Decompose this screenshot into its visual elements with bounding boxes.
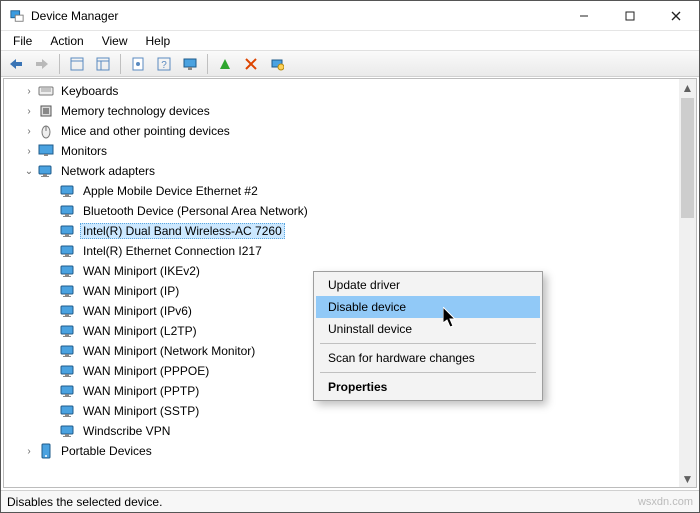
- network-icon: [60, 303, 76, 319]
- network-icon: [60, 363, 76, 379]
- tree-item-label: WAN Miniport (PPPOE): [80, 363, 212, 379]
- expand-chevron-icon[interactable]: ›: [22, 126, 36, 137]
- close-button[interactable]: [653, 1, 699, 31]
- expand-chevron-icon[interactable]: ›: [22, 446, 36, 457]
- expand-chevron-icon[interactable]: ›: [22, 106, 36, 117]
- window-title: Device Manager: [31, 9, 118, 23]
- toolbar-back-button[interactable]: [5, 53, 27, 75]
- svg-text:?: ?: [161, 60, 167, 71]
- tree-item-label: Windscribe VPN: [80, 423, 173, 439]
- titlebar: Device Manager: [1, 1, 699, 31]
- tree-item-label: WAN Miniport (IKEv2): [80, 263, 203, 279]
- menubar: File Action View Help: [1, 31, 699, 51]
- network-icon: [60, 343, 76, 359]
- menu-action[interactable]: Action: [42, 32, 91, 50]
- device-item[interactable]: WAN Miniport (SSTP): [4, 401, 679, 421]
- device-item[interactable]: Windscribe VPN: [4, 421, 679, 441]
- network-icon: [60, 203, 76, 219]
- tree-item-label: WAN Miniport (Network Monitor): [80, 343, 258, 359]
- tree-item-label: WAN Miniport (PPTP): [80, 383, 202, 399]
- network-icon: [60, 243, 76, 259]
- context-menu-item[interactable]: Properties: [316, 376, 540, 398]
- toolbar: ?: [1, 51, 699, 77]
- minimize-button[interactable]: [561, 1, 607, 31]
- device-item[interactable]: Bluetooth Device (Personal Area Network): [4, 201, 679, 221]
- tree-item-label: Intel(R) Ethernet Connection I217: [80, 243, 265, 259]
- context-menu-item[interactable]: Update driver: [316, 274, 540, 296]
- toolbar-showhide-button[interactable]: [66, 53, 88, 75]
- scroll-thumb[interactable]: [681, 98, 694, 218]
- tree-item-label: Monitors: [58, 143, 110, 159]
- network-icon: [60, 283, 76, 299]
- tree-item-label: Intel(R) Dual Band Wireless-AC 7260: [80, 223, 285, 239]
- device-category[interactable]: › Keyboards: [4, 81, 679, 101]
- toolbar-update-button[interactable]: [179, 53, 201, 75]
- tree-item-label: Network adapters: [58, 163, 158, 179]
- menu-view[interactable]: View: [94, 32, 136, 50]
- device-item[interactable]: Intel(R) Ethernet Connection I217: [4, 241, 679, 261]
- device-item[interactable]: Apple Mobile Device Ethernet #2: [4, 181, 679, 201]
- network-icon: [60, 183, 76, 199]
- network-icon: [60, 423, 76, 439]
- expand-chevron-icon[interactable]: ›: [22, 86, 36, 97]
- context-menu-separator: [320, 343, 536, 344]
- tree-item-label: Bluetooth Device (Personal Area Network): [80, 203, 311, 219]
- context-menu-item[interactable]: Uninstall device: [316, 318, 540, 340]
- toolbar-separator: [59, 54, 60, 74]
- watermark: wsxdn.com: [638, 496, 693, 508]
- network-icon: [60, 223, 76, 239]
- network-icon: [38, 163, 54, 179]
- tree-item-label: Portable Devices: [58, 443, 155, 459]
- statusbar: Disables the selected device. wsxdn.com: [1, 490, 699, 512]
- tree-item-label: Memory technology devices: [58, 103, 213, 119]
- toolbar-forward-button[interactable]: [31, 53, 53, 75]
- expand-chevron-icon[interactable]: ›: [22, 146, 36, 157]
- network-icon: [60, 323, 76, 339]
- toolbar-scan-button[interactable]: [266, 53, 288, 75]
- tree-item-label: WAN Miniport (L2TP): [80, 323, 200, 339]
- context-menu-item[interactable]: Disable device: [316, 296, 540, 318]
- device-category[interactable]: › Portable Devices: [4, 441, 679, 461]
- toolbar-properties-button[interactable]: [127, 53, 149, 75]
- tree-item-label: WAN Miniport (IP): [80, 283, 182, 299]
- expand-chevron-icon[interactable]: ⌄: [22, 166, 36, 177]
- keyboard-icon: [38, 83, 54, 99]
- portable-icon: [38, 443, 54, 459]
- network-icon: [60, 263, 76, 279]
- context-menu: Update driverDisable deviceUninstall dev…: [313, 271, 543, 401]
- device-category[interactable]: ⌄ Network adapters: [4, 161, 679, 181]
- device-item[interactable]: Intel(R) Dual Band Wireless-AC 7260: [4, 221, 679, 241]
- context-menu-item[interactable]: Scan for hardware changes: [316, 347, 540, 369]
- device-category[interactable]: › Monitors: [4, 141, 679, 161]
- scroll-up-button[interactable]: ▲: [679, 79, 696, 96]
- app-icon: [9, 8, 25, 24]
- context-menu-separator: [320, 372, 536, 373]
- chip-icon: [38, 103, 54, 119]
- tree-item-label: Mice and other pointing devices: [58, 123, 233, 139]
- network-icon: [60, 383, 76, 399]
- maximize-button[interactable]: [607, 1, 653, 31]
- mouse-icon: [38, 123, 54, 139]
- toolbar-disable-button[interactable]: [240, 53, 262, 75]
- toolbar-separator: [207, 54, 208, 74]
- scroll-down-button[interactable]: ▼: [679, 470, 696, 487]
- monitor-icon: [38, 143, 54, 159]
- network-icon: [60, 403, 76, 419]
- tree-item-label: WAN Miniport (IPv6): [80, 303, 195, 319]
- statusbar-text: Disables the selected device.: [7, 495, 162, 509]
- tree-item-label: WAN Miniport (SSTP): [80, 403, 202, 419]
- vertical-scrollbar[interactable]: ▲ ▼: [679, 79, 696, 487]
- toolbar-help-button[interactable]: ?: [153, 53, 175, 75]
- toolbar-enable-button[interactable]: [214, 53, 236, 75]
- menu-file[interactable]: File: [5, 32, 40, 50]
- toolbar-view-button[interactable]: [92, 53, 114, 75]
- device-category[interactable]: › Memory technology devices: [4, 101, 679, 121]
- menu-help[interactable]: Help: [138, 32, 179, 50]
- tree-item-label: Keyboards: [58, 83, 121, 99]
- tree-item-label: Apple Mobile Device Ethernet #2: [80, 183, 261, 199]
- toolbar-separator: [120, 54, 121, 74]
- device-category[interactable]: › Mice and other pointing devices: [4, 121, 679, 141]
